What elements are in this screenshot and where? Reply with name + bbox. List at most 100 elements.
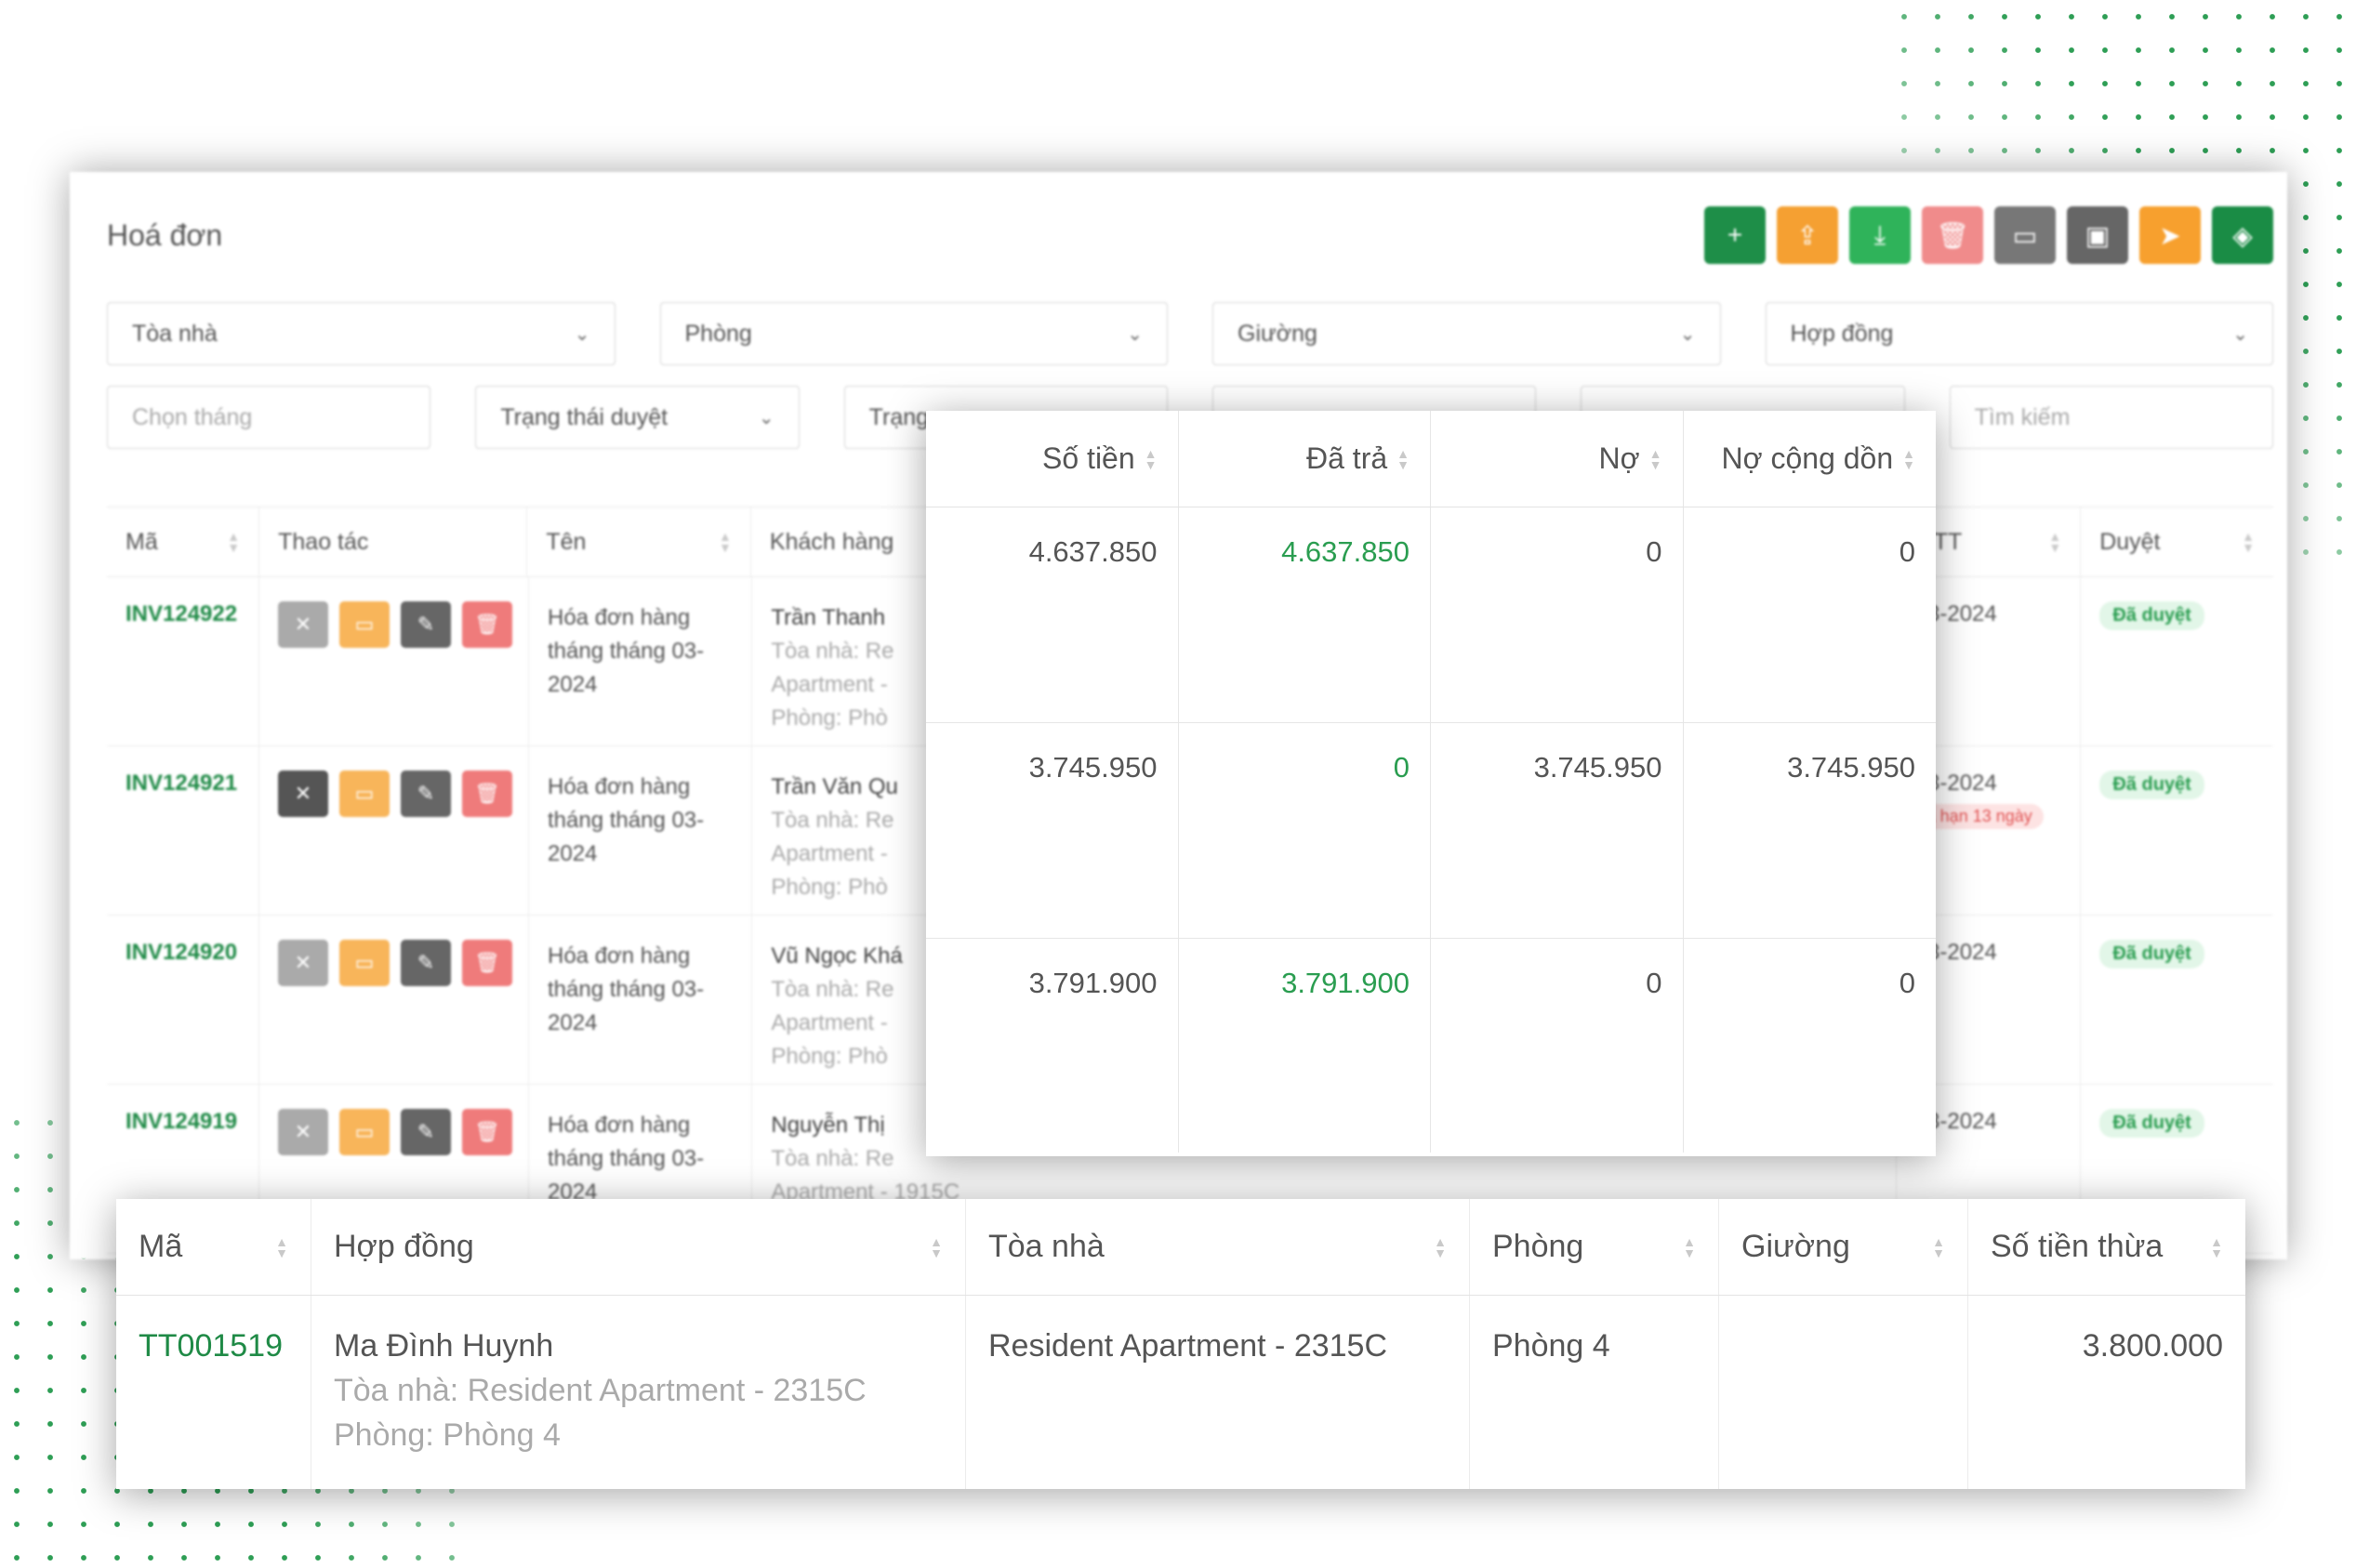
delete-row-button[interactable]: 🗑 — [462, 601, 512, 648]
payment-button[interactable]: ▭ — [339, 940, 390, 986]
delete-row-button[interactable]: 🗑 — [462, 1109, 512, 1155]
download-icon: ⤓ — [1873, 219, 1886, 249]
close-icon: ✕ — [294, 1120, 312, 1143]
header-code[interactable]: Mã ▲ ▼ — [116, 1199, 311, 1295]
invoice-code[interactable]: INV124919 — [126, 1109, 237, 1135]
header-name[interactable]: Tên ▲ ▼ — [527, 507, 751, 576]
folder-button[interactable]: ▭ — [1994, 206, 2056, 264]
header-debt-label: Nợ — [1598, 441, 1640, 475]
sort-icon: ▲ ▼ — [719, 529, 732, 555]
edit-icon: ✎ — [417, 951, 435, 974]
cancel-invoice-button[interactable]: ✕ — [278, 601, 328, 648]
header-cumulative-debt[interactable]: Nợ cộng dồn ▲ ▼ — [1684, 411, 1937, 507]
surplus-table: Mã ▲ ▼ Hợp đồng ▲ ▼ Tòa nhà ▲ ▼ Phòng ▲ ▼ Giường… — [116, 1199, 2245, 1489]
upload-button[interactable]: ⇪ — [1777, 206, 1838, 264]
paid-cell: 0 — [1179, 723, 1431, 938]
payment-button[interactable]: ▭ — [339, 1109, 390, 1155]
header-contract[interactable]: Hợp đồng ▲ ▼ — [311, 1199, 966, 1295]
customer-detail: Phòng: Phò — [771, 875, 888, 900]
invoice-name-line: 2024 — [548, 672, 598, 697]
customer-name: Nguyễn Thị — [771, 1113, 885, 1138]
header-name-label: Tên — [546, 528, 587, 555]
status-badge: Đã duyệt — [2099, 940, 2204, 968]
room-select[interactable]: Phòng ⌄ — [659, 302, 1168, 365]
edit-button[interactable]: ✎ — [401, 601, 451, 648]
payment-button[interactable]: ▭ — [339, 771, 390, 817]
folder-icon: ▭ — [2012, 220, 2038, 250]
header-bed[interactable]: Giường ▲ ▼ — [1719, 1199, 1968, 1295]
building-select[interactable]: Tòa nhà ⌄ — [107, 302, 615, 365]
approval-status-select[interactable]: Trạng thái duyệt ⌄ — [475, 386, 800, 449]
invoice-name-line: 2024 — [548, 841, 598, 866]
delete-row-button[interactable]: 🗑 — [462, 771, 512, 817]
invoice-name-line: Hóa đơn hàng — [548, 1113, 691, 1138]
header-paid[interactable]: Đã trả ▲ ▼ — [1179, 411, 1431, 507]
header-debt[interactable]: Nợ ▲ ▼ — [1431, 411, 1684, 507]
room-select-label: Phòng — [684, 320, 752, 347]
header-code[interactable]: Mã ▲ ▼ — [107, 507, 260, 576]
trash-icon: 🗑 — [1936, 220, 1969, 250]
month-picker[interactable]: Chọn tháng — [107, 386, 431, 449]
cancel-invoice-button[interactable]: ✕ — [278, 1109, 328, 1155]
customer-detail: Tòa nhà: Re — [771, 1146, 894, 1171]
invoice-name-line: tháng tháng 03- — [548, 808, 705, 833]
sort-icon: ▲ ▼ — [1902, 445, 1915, 472]
header-approve[interactable]: Duyệt ▲ ▼ — [2081, 507, 2273, 576]
header-building[interactable]: Tòa nhà ▲ ▼ — [966, 1199, 1470, 1295]
edit-button[interactable]: ✎ — [401, 771, 451, 817]
chevron-down-icon: ⌄ — [574, 323, 590, 345]
header-room[interactable]: Phòng ▲ ▼ — [1470, 1199, 1719, 1295]
customer-detail: Apartment - — [771, 672, 888, 697]
header-customer-label: Khách hàng — [769, 528, 894, 555]
invoice-name-line: tháng tháng 03- — [548, 977, 705, 1002]
header-actions-label: Thao tác — [278, 528, 369, 555]
surplus-code[interactable]: TT001519 — [139, 1324, 288, 1368]
send-button[interactable]: ➤ — [2139, 206, 2201, 264]
edit-icon: ✎ — [417, 613, 435, 636]
header-building-label: Tòa nhà — [988, 1229, 1105, 1264]
customer-detail: Phòng: Phò — [771, 705, 888, 731]
search-placeholder: Tìm kiếm — [1974, 403, 2071, 430]
layers-button[interactable]: ◈ — [2212, 206, 2273, 264]
close-icon: ✕ — [294, 613, 312, 636]
chevron-down-icon: ⌄ — [758, 407, 774, 428]
edit-button[interactable]: ✎ — [401, 1109, 451, 1155]
paid-cell: 3.791.900 — [1179, 939, 1431, 1153]
invoice-name-line: Hóa đơn hàng — [548, 943, 691, 968]
search-input[interactable]: Tìm kiếm — [1949, 386, 2273, 449]
edit-icon: ✎ — [417, 782, 435, 805]
debt-cell: 0 — [1431, 507, 1684, 722]
invoice-code[interactable]: INV124920 — [126, 940, 237, 966]
cancel-invoice-button[interactable]: ✕ — [278, 771, 328, 817]
sort-icon: ▲ ▼ — [1144, 445, 1158, 472]
invoice-code[interactable]: INV124922 — [126, 601, 237, 627]
bed-select-label: Giường — [1238, 320, 1317, 347]
payment-button[interactable]: ▭ — [339, 601, 390, 648]
contract-select-label: Hợp đồng — [1790, 320, 1894, 347]
cumulative-debt-cell: 3.745.950 — [1787, 751, 1915, 784]
amount-cell: 3.791.900 — [926, 939, 1179, 1153]
header-surplus-amount[interactable]: Số tiền thừa ▲ ▼ — [1968, 1199, 2245, 1295]
table-row: 3.791.900 3.791.900 0 0 — [926, 939, 1936, 1153]
sort-icon: ▲ ▼ — [1648, 445, 1662, 472]
contract-building: Tòa nhà: Resident Apartment - 2315C — [334, 1373, 867, 1408]
delete-row-button[interactable]: 🗑 — [462, 940, 512, 986]
bed-select[interactable]: Giường ⌄ — [1212, 302, 1721, 365]
image-button[interactable]: ▣ — [2067, 206, 2128, 264]
invoice-code[interactable]: INV124921 — [126, 771, 237, 797]
edit-button[interactable]: ✎ — [401, 940, 451, 986]
delete-button[interactable]: 🗑 — [1922, 206, 1983, 264]
header-amount-label: Số tiền — [1042, 441, 1135, 475]
contract-select[interactable]: Hợp đồng ⌄ — [1765, 302, 2273, 365]
sort-icon: ▲ ▼ — [2242, 529, 2255, 555]
card-icon: ▭ — [354, 613, 375, 636]
header-amount[interactable]: Số tiền ▲ ▼ — [926, 411, 1179, 507]
header-code-label: Mã — [139, 1229, 183, 1264]
download-button[interactable]: ⤓ — [1849, 206, 1911, 264]
invoice-name-line: tháng tháng 03- — [548, 639, 705, 664]
cancel-invoice-button[interactable]: ✕ — [278, 940, 328, 986]
status-select-label: Trạng — [868, 403, 930, 430]
filters-row-1: Tòa nhà ⌄ Phòng ⌄ Giường ⌄ Hợp đồng ⌄ — [107, 302, 2273, 365]
add-button[interactable]: + — [1704, 206, 1766, 264]
sort-icon: ▲ ▼ — [2048, 529, 2062, 555]
